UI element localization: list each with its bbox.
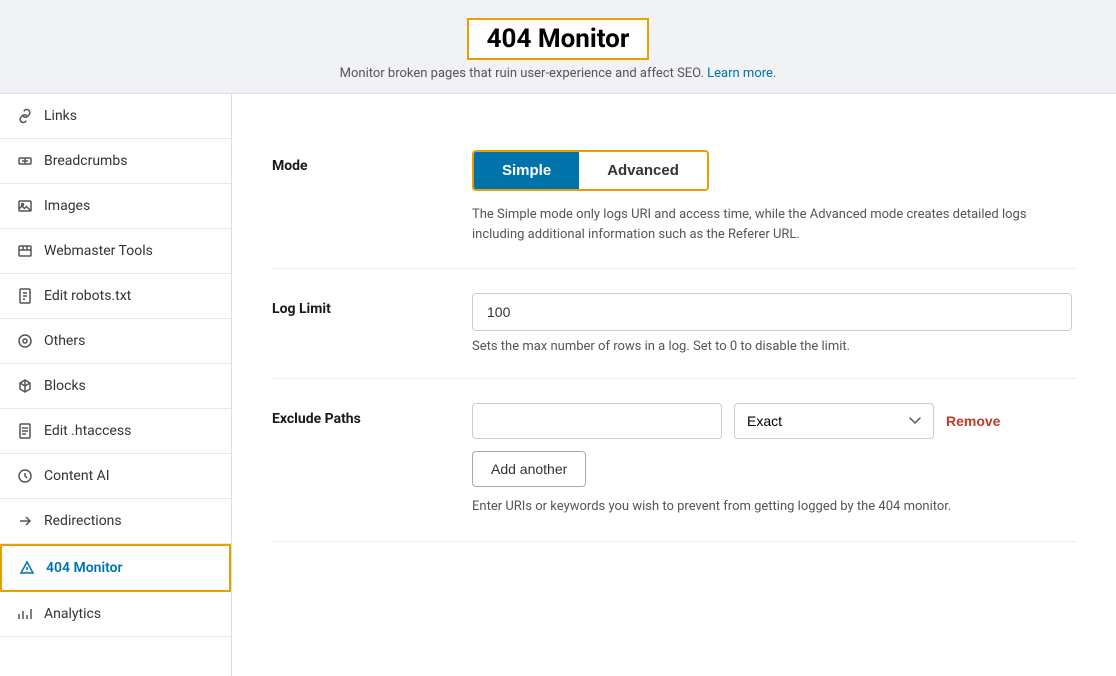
edit-htaccess-icon [16,422,34,440]
log-limit-row: Log Limit Sets the max number of rows in… [272,269,1076,379]
log-limit-input[interactable] [472,293,1072,331]
remove-button[interactable]: Remove [946,413,1000,429]
page-subtitle: Monitor broken pages that ruin user-expe… [0,66,1116,81]
page-title: 404 Monitor [467,18,650,60]
exclude-paths-label: Exclude Paths [272,403,432,427]
main-content: Mode Simple Advanced The Simple mode onl… [232,94,1116,676]
sidebar-label-links: Links [44,108,77,124]
sidebar-label-breadcrumbs: Breadcrumbs [44,153,127,169]
edit-robots-icon [16,287,34,305]
sidebar-label-analytics: Analytics [44,606,101,622]
sidebar-label-edit-robots: Edit robots.txt [44,288,131,304]
exclude-path-entry: Exact Contains Starts With Ends With Reg… [472,403,1076,439]
sidebar-item-webmaster-tools[interactable]: Webmaster Tools [0,229,231,274]
content-ai-icon [16,467,34,485]
sidebar-label-404-monitor: 404 Monitor [46,560,123,576]
body-layout: Links Breadcrumbs Images [0,94,1116,676]
sidebar-item-images[interactable]: Images [0,184,231,229]
404-monitor-icon [18,559,36,577]
sidebar-item-others[interactable]: Others [0,319,231,364]
links-icon [16,107,34,125]
sidebar-item-404-monitor[interactable]: 404 Monitor [0,544,231,592]
page-header: 404 Monitor Monitor broken pages that ru… [0,0,1116,94]
analytics-icon [16,605,34,623]
mode-simple-button[interactable]: Simple [474,152,579,189]
sidebar-label-content-ai: Content AI [44,468,110,484]
others-icon [16,332,34,350]
webmaster-tools-icon [16,242,34,260]
add-another-button[interactable]: Add another [472,451,586,487]
log-limit-hint: Sets the max number of rows in a log. Se… [472,339,1076,354]
sidebar-label-edit-htaccess: Edit .htaccess [44,423,131,439]
sidebar-item-edit-robots[interactable]: Edit robots.txt [0,274,231,319]
exclude-type-select[interactable]: Exact Contains Starts With Ends With Reg… [734,403,934,439]
mode-control-area: Simple Advanced The Simple mode only log… [472,150,1076,244]
exclude-hint: Enter URIs or keywords you wish to preve… [472,497,1076,517]
sidebar-label-others: Others [44,333,85,349]
learn-more-link[interactable]: Learn more. [707,66,776,81]
sidebar-item-analytics[interactable]: Analytics [0,592,231,637]
breadcrumbs-icon [16,152,34,170]
sidebar-item-edit-htaccess[interactable]: Edit .htaccess [0,409,231,454]
sidebar-item-breadcrumbs[interactable]: Breadcrumbs [0,139,231,184]
exclude-paths-row: Exclude Paths Exact Contains Starts With… [272,379,1076,542]
sidebar-item-content-ai[interactable]: Content AI [0,454,231,499]
mode-description: The Simple mode only logs URI and access… [472,205,1072,244]
sidebar-item-links[interactable]: Links [0,94,231,139]
log-limit-control-area: Sets the max number of rows in a log. Se… [472,293,1076,354]
log-limit-label: Log Limit [272,293,432,317]
sidebar-label-blocks: Blocks [44,378,86,394]
mode-advanced-button[interactable]: Advanced [579,152,707,189]
mode-label: Mode [272,150,432,174]
sidebar-label-images: Images [44,198,90,214]
sidebar: Links Breadcrumbs Images [0,94,232,676]
sidebar-label-webmaster-tools: Webmaster Tools [44,243,153,259]
blocks-icon [16,377,34,395]
images-icon [16,197,34,215]
sidebar-label-redirections: Redirections [44,513,122,529]
sidebar-item-redirections[interactable]: Redirections [0,499,231,544]
redirections-icon [16,512,34,530]
exclude-paths-control-area: Exact Contains Starts With Ends With Reg… [472,403,1076,517]
mode-toggle: Simple Advanced [472,150,709,191]
mode-row: Mode Simple Advanced The Simple mode onl… [272,126,1076,269]
exclude-path-input[interactable] [472,403,722,439]
sidebar-item-blocks[interactable]: Blocks [0,364,231,409]
